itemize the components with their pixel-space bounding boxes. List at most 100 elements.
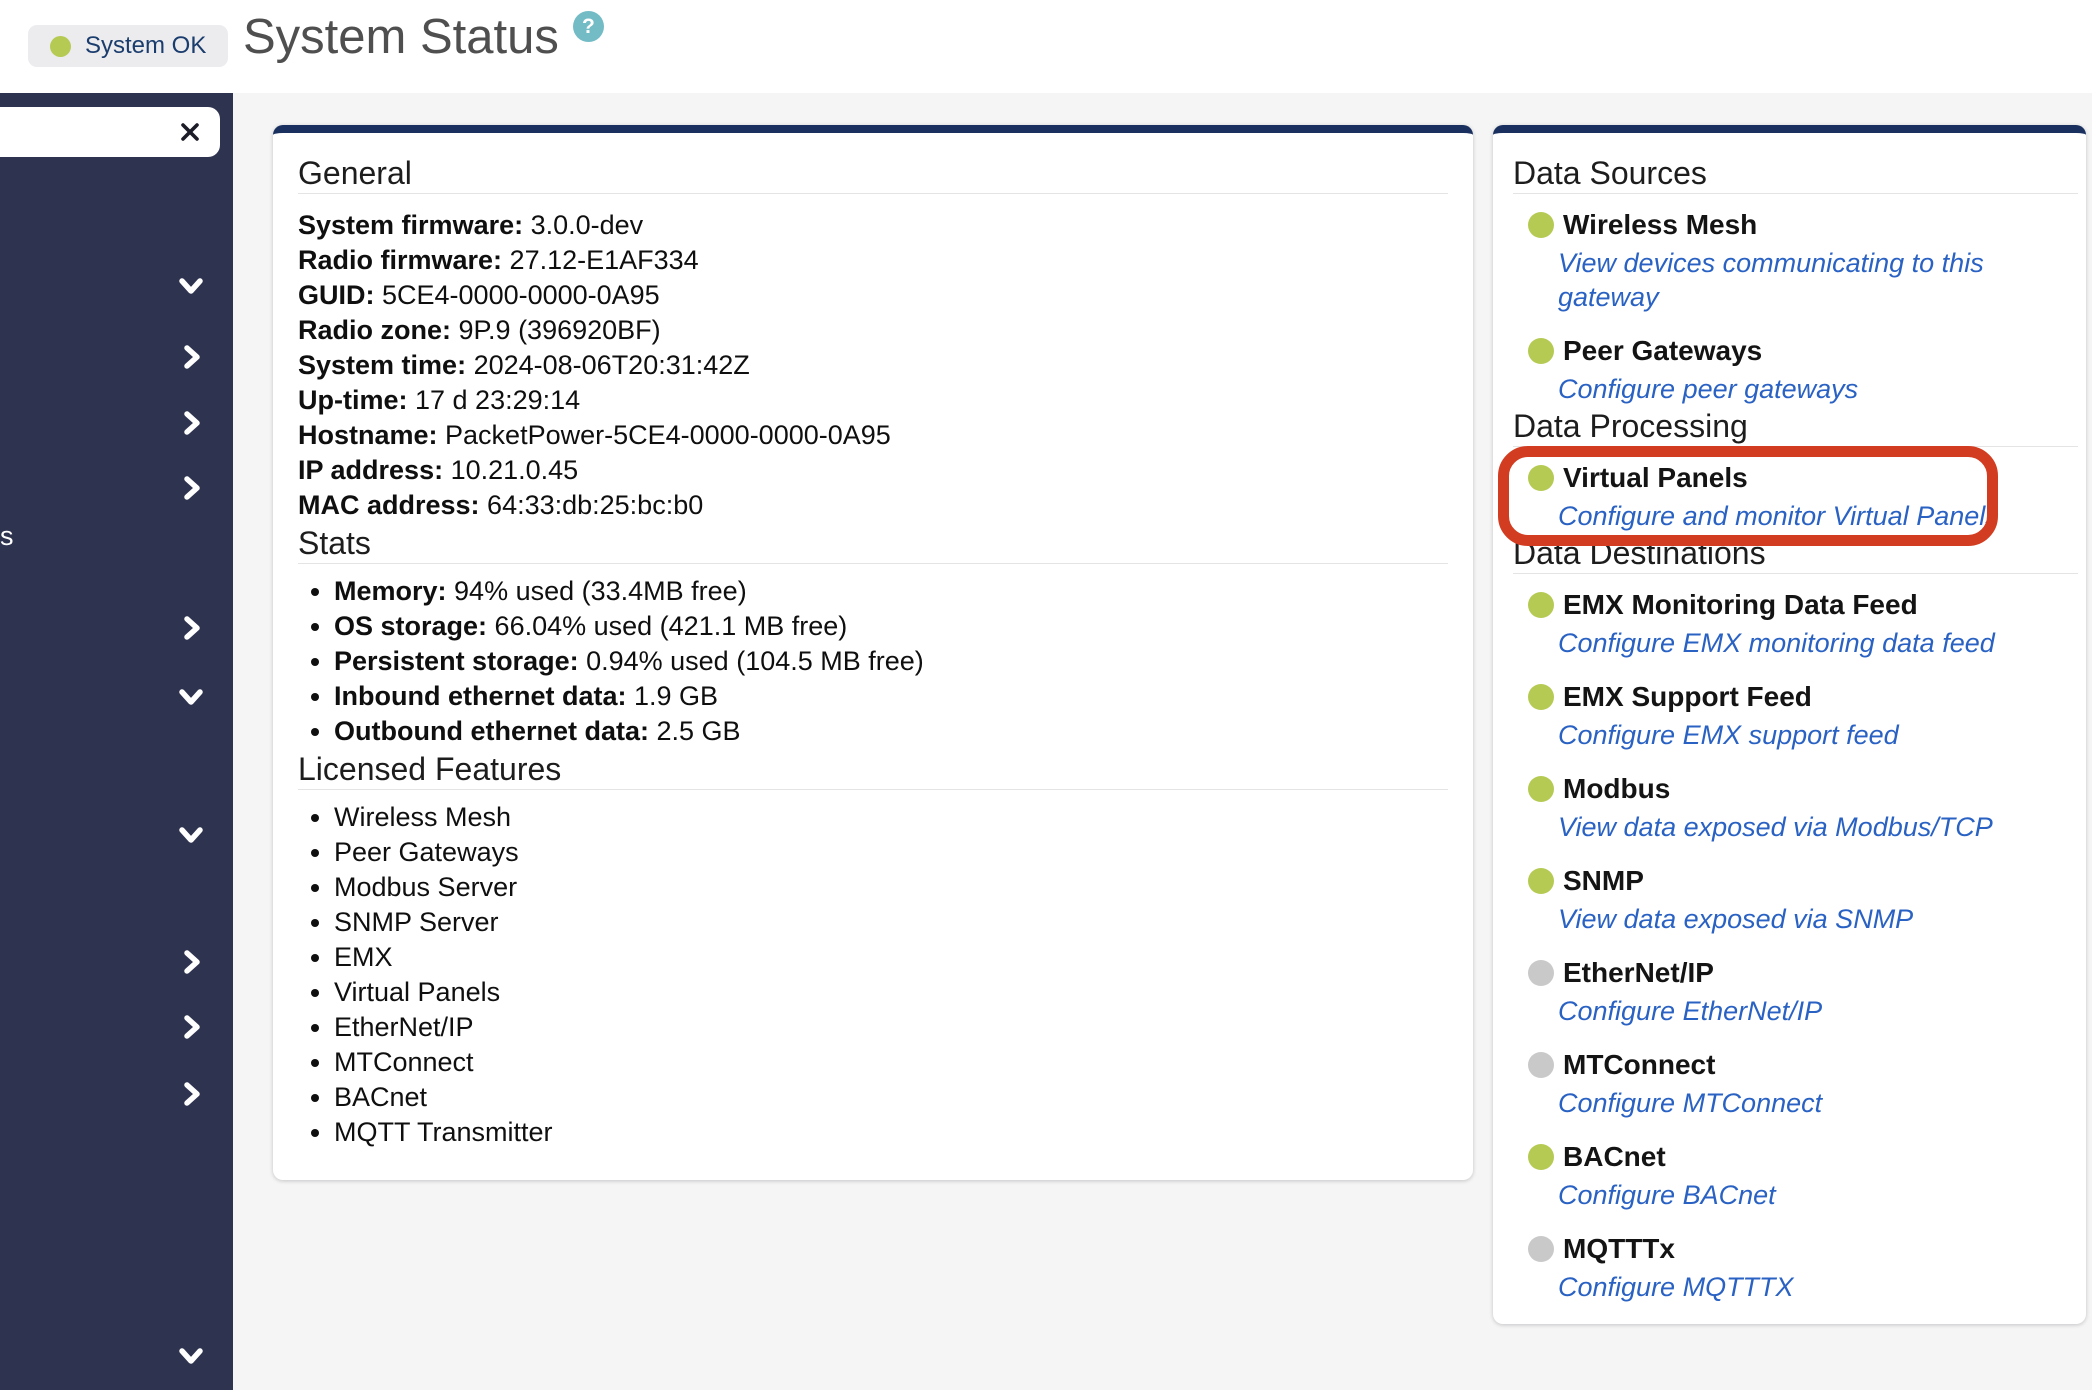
status-dot-inactive-icon [1528,1052,1554,1078]
data-item-ethernet-ip: EtherNet/IP Configure EtherNet/IP [1513,956,2078,1028]
data-item-emx-monitoring-data-feed: EMX Monitoring Data Feed Configure EMX mo… [1513,588,2078,660]
stat-item: Memory: 94% used (33.4MB free) [334,574,1448,609]
sidebar-chevron-down-icon[interactable] [176,819,206,849]
data-item-link[interactable]: Configure peer gateways [1558,372,1858,406]
data-item-row: SNMP [1513,864,2078,898]
data-item-link[interactable]: Configure and monitor Virtual Panels [1558,499,1999,533]
header-bar: System OK System Status ? [0,0,2092,93]
data-item-row: EMX Support Feed [1513,680,2078,714]
stats-title: Stats [298,523,1448,563]
data-item-label: EtherNet/IP [1563,956,1714,990]
data-item-link[interactable]: View devices communicating to this gatew… [1558,246,2078,314]
sidebar-chevron-down-icon[interactable] [176,270,206,300]
sidebar-chevron-right-icon[interactable] [176,613,206,643]
data-item-row: MQTTTx [1513,1232,2078,1266]
divider [1513,193,2078,194]
data-item-wireless-mesh: Wireless Mesh View devices communicating … [1513,208,2078,314]
data-item-bacnet: BACnet Configure BACnet [1513,1140,2078,1212]
sidebar-chevron-right-icon[interactable] [176,947,206,977]
licensed-feature-item: Peer Gateways [334,835,1448,870]
data-item-peer-gateways: Peer Gateways Configure peer gateways [1513,334,2078,406]
data-item-row: Wireless Mesh [1513,208,2078,242]
status-dot-inactive-icon [1528,960,1554,986]
divider [1513,446,2078,447]
data-flow-card: Data SourcesWireless MeshView devices co… [1493,125,2086,1324]
data-item-label: Wireless Mesh [1563,208,1757,242]
licensed-feature-item: MQTT Transmitter [334,1115,1448,1150]
data-item-label: MQTTTx [1563,1232,1675,1266]
info-row: MAC address: 64:33:db:25:bc:b0 [298,488,1448,523]
data-item-label: MTConnect [1563,1048,1715,1082]
data-item-row: MTConnect [1513,1048,2078,1082]
data-item-emx-support-feed: EMX Support Feed Configure EMX support fe… [1513,680,2078,752]
licensed-features-list: Wireless MeshPeer GatewaysModbus ServerS… [298,800,1448,1150]
data-item-row: EMX Monitoring Data Feed [1513,588,2078,622]
sidebar-chevron-down-icon[interactable] [176,1340,206,1370]
sidebar-chevron-down-icon[interactable] [176,681,206,711]
data-item-row: Modbus [1513,772,2078,806]
stat-item: Persistent storage: 0.94% used (104.5 MB… [334,644,1448,679]
stat-item: OS storage: 66.04% used (421.1 MB free) [334,609,1448,644]
data-item-snmp: SNMP View data exposed via SNMP [1513,864,2078,936]
data-item-row: EtherNet/IP [1513,956,2078,990]
divider [298,193,1448,194]
data-item-virtual-panels: Virtual Panels Configure and monitor Virt… [1513,461,2078,533]
data-item-link[interactable]: Configure MTConnect [1558,1086,1822,1120]
licensed-feature-item: BACnet [334,1080,1448,1115]
info-row: IP address: 10.21.0.45 [298,453,1448,488]
sidebar-chevron-right-icon[interactable] [176,473,206,503]
data-item-label: Virtual Panels [1563,461,1748,495]
data-item-row: Virtual Panels [1513,461,2078,495]
status-dot-inactive-icon [1528,1236,1554,1262]
sidebar-item-label-fragment: s [0,521,14,552]
status-ok-dot-icon [50,36,71,57]
data-item-label: EMX Support Feed [1563,680,1812,714]
data-item-row: Peer Gateways [1513,334,2078,368]
licensed-feature-item: Wireless Mesh [334,800,1448,835]
data-item-link[interactable]: Configure MQTTTX [1558,1270,1794,1304]
sidebar-chevron-right-icon[interactable] [176,1012,206,1042]
info-row: System firmware: 3.0.0-dev [298,208,1448,243]
data-item-row: BACnet [1513,1140,2078,1174]
sidebar-nav: s [0,93,233,1390]
data-item-link[interactable]: Configure EMX support feed [1558,718,1899,752]
sidebar-chevron-right-icon[interactable] [176,1079,206,1109]
status-dot-active-icon [1528,776,1554,802]
data-item-mqtttx: MQTTTx Configure MQTTTX [1513,1232,2078,1304]
licensed-features-title: Licensed Features [298,749,1448,789]
general-card-title: General [298,133,1448,193]
sidebar-chevron-right-icon[interactable] [176,342,206,372]
status-dot-active-icon [1528,684,1554,710]
general-card: General System firmware: 3.0.0-devRadio … [273,125,1473,1180]
data-item-link[interactable]: Configure BACnet [1558,1178,1776,1212]
data-item-link[interactable]: Configure EtherNet/IP [1558,994,1822,1028]
sidebar-search-panel [0,107,220,157]
licensed-feature-item: SNMP Server [334,905,1448,940]
divider [298,789,1448,790]
data-item-label: EMX Monitoring Data Feed [1563,588,1918,622]
info-row: Radio zone: 9P.9 (396920BF) [298,313,1448,348]
close-icon[interactable] [176,118,204,146]
info-row: Hostname: PacketPower-5CE4-0000-0000-0A9… [298,418,1448,453]
help-icon[interactable]: ? [573,11,604,42]
status-dot-active-icon [1528,868,1554,894]
data-item-link[interactable]: View data exposed via SNMP [1558,902,1913,936]
stat-item: Inbound ethernet data: 1.9 GB [334,679,1448,714]
data-item-link[interactable]: Configure EMX monitoring data feed [1558,626,1995,660]
page-title: System Status [243,6,559,68]
data-item-label: Modbus [1563,772,1670,806]
page-title-wrap: System Status ? [243,6,604,68]
stat-item: Outbound ethernet data: 2.5 GB [334,714,1448,749]
info-row: System time: 2024-08-06T20:31:42Z [298,348,1448,383]
status-dot-active-icon [1528,465,1554,491]
section-title: Data Processing [1513,406,2078,446]
divider [298,563,1448,564]
info-row: Radio firmware: 27.12-E1AF334 [298,243,1448,278]
licensed-feature-item: Modbus Server [334,870,1448,905]
sidebar-chevron-right-icon[interactable] [176,408,206,438]
data-item-link[interactable]: View data exposed via Modbus/TCP [1558,810,1993,844]
licensed-feature-item: EtherNet/IP [334,1010,1448,1045]
system-status-badge[interactable]: System OK [28,25,228,67]
system-status-page: System OK System Status ? s General Syst… [0,0,2092,1390]
data-item-mtconnect: MTConnect Configure MTConnect [1513,1048,2078,1120]
